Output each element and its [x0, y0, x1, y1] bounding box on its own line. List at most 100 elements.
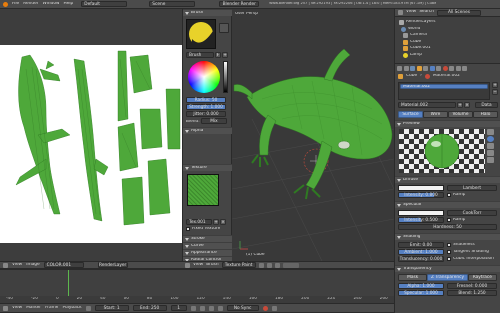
specular-ramp-checkbox[interactable]: [447, 218, 451, 222]
viewport-menu-brush[interactable]: Brush: [206, 263, 218, 267]
fresnel-slider[interactable]: Fresnel: 0.000: [447, 283, 497, 289]
particles-tab-icon[interactable]: [455, 66, 461, 71]
brush-name-field[interactable]: Brush: [186, 52, 214, 58]
tab-surface[interactable]: Surface: [398, 111, 423, 118]
outliner-item[interactable]: Camera: [399, 33, 499, 38]
texture-section-header[interactable]: Texture: [183, 164, 232, 171]
preview-range-icon[interactable]: [85, 305, 91, 311]
menu-file[interactable]: File: [12, 2, 19, 6]
timeline-area[interactable]: [0, 270, 394, 296]
material-new[interactable]: +: [457, 102, 463, 108]
render-tab-icon[interactable]: [397, 66, 402, 71]
brush-section-header[interactable]: Brush: [183, 9, 232, 16]
alpha-slider[interactable]: Alpha: 1.000: [398, 283, 444, 289]
editor-type-icon[interactable]: [3, 305, 8, 311]
preview-flat-icon[interactable]: [487, 129, 494, 135]
trans-mode-ztransp[interactable]: Z Transparency: [427, 274, 468, 281]
mask-icon[interactable]: [274, 262, 280, 268]
outliner-display-mode[interactable]: All Scenes: [436, 9, 481, 16]
slot-remove-button[interactable]: −: [492, 89, 498, 95]
scene-selector[interactable]: Scene: [149, 1, 196, 7]
layer-icon[interactable]: [282, 262, 299, 268]
pivot-icon[interactable]: [266, 262, 272, 268]
tangent-checkbox[interactable]: [447, 250, 451, 254]
brush-add-button[interactable]: [219, 23, 229, 33]
outliner-item[interactable]: RenderLayers: [399, 20, 499, 25]
end-frame-field[interactable]: End: 250: [132, 305, 167, 311]
image-name-field[interactable]: COLOR.001: [43, 262, 84, 268]
brush-fake-user[interactable]: F: [215, 52, 221, 58]
tab-halo[interactable]: Halo: [473, 111, 498, 118]
menu-help[interactable]: Help: [63, 2, 73, 6]
outliner-menu-search[interactable]: Search: [419, 10, 434, 14]
jump-end-icon[interactable]: [217, 305, 223, 311]
tab-volume[interactable]: Volume: [448, 111, 473, 118]
ambient-slider[interactable]: Ambient: 1.000: [398, 249, 444, 255]
material-slot-item[interactable]: Material.002: [400, 84, 488, 89]
transparency-section-header[interactable]: Transparency: [395, 265, 500, 272]
blend-dropdown[interactable]: Mix: [201, 118, 227, 124]
preview-cube-icon[interactable]: [487, 143, 494, 149]
uv-menu-image[interactable]: Image: [26, 263, 39, 267]
fixed-texture-checkbox[interactable]: [186, 227, 190, 231]
timeline-menu-frame[interactable]: Frame: [45, 306, 58, 310]
render-layer-field[interactable]: RenderLayer: [97, 262, 128, 268]
diffuse-section-header[interactable]: Diffuse: [395, 176, 500, 183]
jitter-slider[interactable]: Jitter: 0.000: [186, 111, 226, 117]
mode-selector[interactable]: Texture Paint: [221, 262, 256, 268]
texture-name-field[interactable]: Tex.001: [186, 219, 212, 225]
timeline-menu-marker[interactable]: Marker: [26, 306, 41, 310]
preview-monkey-icon[interactable]: [487, 150, 494, 156]
keying-set-icon[interactable]: [271, 305, 277, 311]
physics-tab-icon[interactable]: [462, 66, 467, 71]
modifiers-tab-icon[interactable]: [429, 66, 435, 71]
timeline-menu-playback[interactable]: Playback: [62, 306, 81, 310]
specular-intensity-slider[interactable]: Intensity: 0.500: [398, 217, 444, 223]
scene-tab-icon[interactable]: [403, 66, 409, 71]
record-icon[interactable]: [262, 305, 268, 311]
hardness-slider[interactable]: Hardness: 50: [398, 224, 497, 230]
editor-type-icon[interactable]: [185, 262, 190, 268]
timeline-current-frame-line[interactable]: [68, 270, 69, 296]
viewport-menu-view[interactable]: View: [193, 263, 203, 267]
world-tab-icon[interactable]: [410, 66, 415, 71]
current-frame-field[interactable]: 1: [170, 305, 187, 311]
render-engine-selector[interactable]: Blender Render: [219, 1, 260, 7]
curve-section[interactable]: Curve: [183, 242, 232, 249]
menu-window[interactable]: Window: [43, 2, 60, 6]
editor-type-icon[interactable]: [398, 10, 403, 15]
translucency-slider[interactable]: Translucency: 0.000: [398, 256, 444, 262]
start-frame-field[interactable]: Start: 1: [94, 305, 129, 311]
blender-logo-icon[interactable]: [3, 1, 8, 7]
texture-new[interactable]: +: [213, 219, 219, 225]
specular-color-swatch[interactable]: [398, 210, 444, 216]
preview-sphere-icon[interactable]: [487, 136, 494, 142]
texture-tab-icon[interactable]: [449, 66, 454, 71]
texture-unlink[interactable]: ×: [220, 219, 226, 225]
menu-render[interactable]: Render: [23, 2, 38, 6]
color-value-slider[interactable]: [223, 61, 228, 93]
material-name-field[interactable]: Material.002: [398, 102, 456, 108]
shading-icon[interactable]: [258, 262, 264, 268]
specular-shader-dropdown[interactable]: CookTorr: [447, 210, 497, 216]
editor-type-icon[interactable]: [3, 262, 8, 268]
diffuse-shader-dropdown[interactable]: Lambert: [447, 185, 497, 191]
uv-editor[interactable]: [0, 9, 182, 261]
constraints-tab-icon[interactable]: [423, 66, 428, 71]
alpha-section[interactable]: Alpha: [183, 127, 232, 134]
diffuse-color-swatch[interactable]: [398, 185, 444, 191]
outliner-item[interactable]: Cube: [399, 39, 499, 45]
specular-section-header[interactable]: Specular: [395, 201, 500, 208]
shadeless-checkbox[interactable]: [447, 243, 451, 247]
data-tab-icon[interactable]: [436, 66, 441, 71]
outliner-menu-view[interactable]: View: [406, 10, 416, 14]
trans-mode-mask[interactable]: Mask: [398, 274, 428, 281]
material-unlink[interactable]: ×: [464, 102, 470, 108]
diffuse-ramp-checkbox[interactable]: [447, 193, 451, 197]
fresnel-blend-slider[interactable]: Blend: 1.250: [447, 290, 497, 296]
outliner-item[interactable]: World: [399, 26, 499, 32]
strength-slider[interactable]: Strength: 1.000: [186, 104, 226, 110]
preview-section-header[interactable]: Preview: [395, 120, 500, 127]
brush-new[interactable]: +: [222, 52, 228, 58]
trans-mode-raytrace[interactable]: Raytrace: [467, 274, 498, 281]
